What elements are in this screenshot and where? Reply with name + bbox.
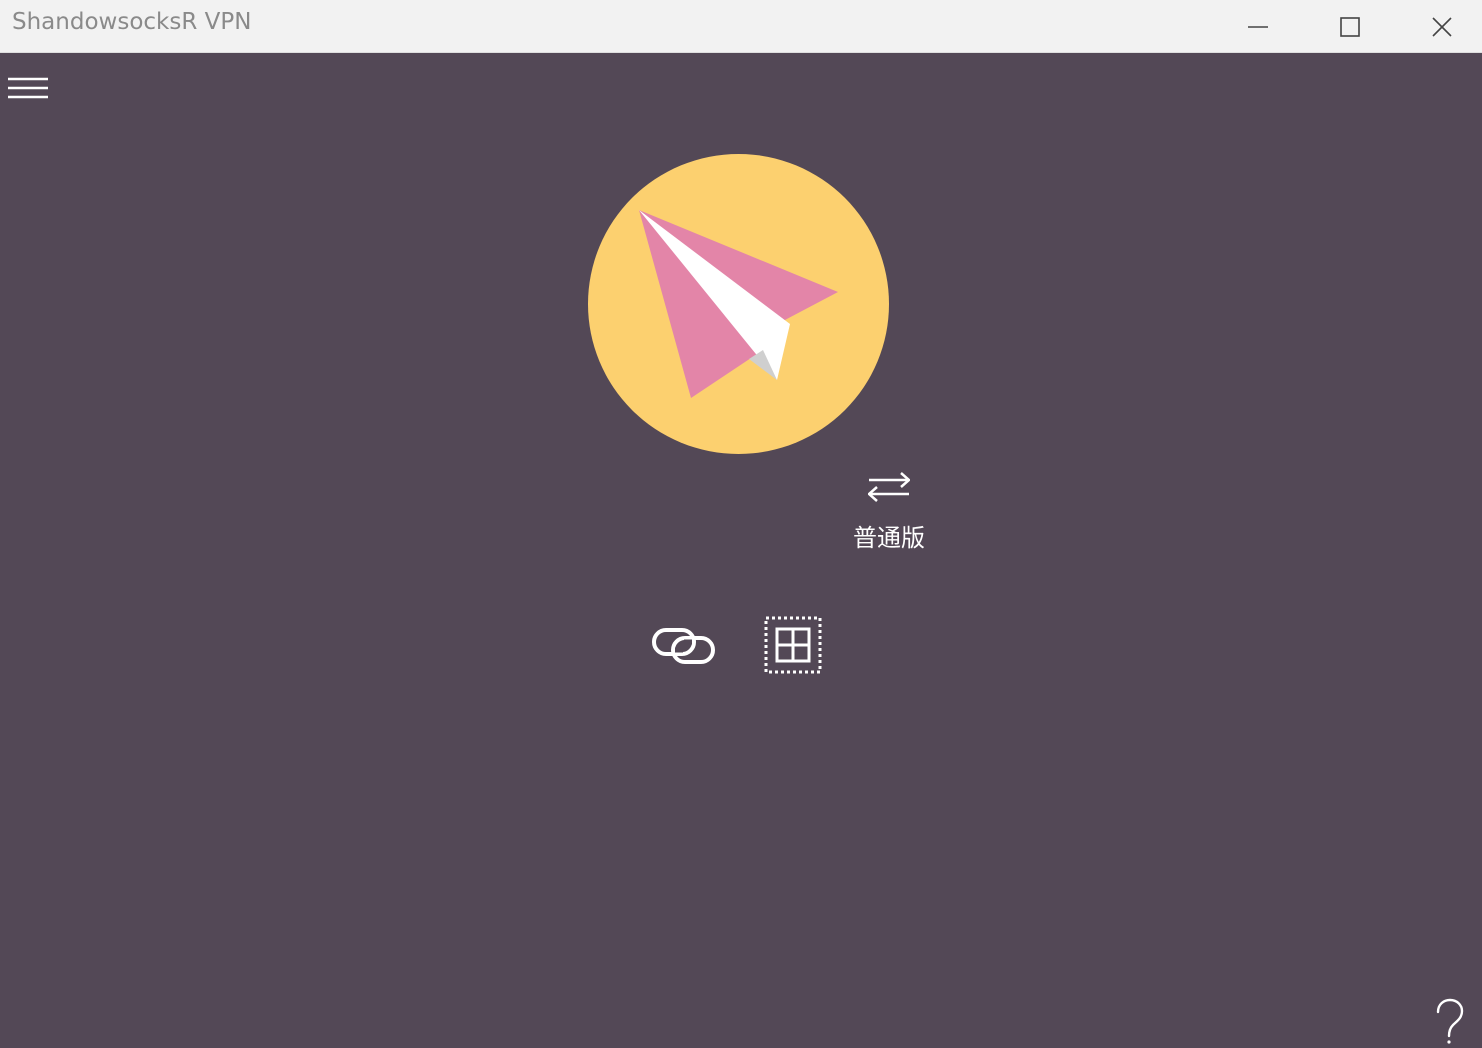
minimize-icon (1248, 25, 1268, 28)
window-title: ShandowsocksR VPN (12, 9, 252, 35)
close-icon (1432, 16, 1452, 37)
menu-button[interactable] (0, 66, 56, 110)
mode-label: 普通版 (853, 524, 925, 552)
maximize-icon (1340, 16, 1360, 37)
link-icon (652, 628, 715, 664)
question-mark-icon (1436, 998, 1464, 1044)
connect-button[interactable] (588, 154, 889, 454)
minimize-button[interactable] (1212, 0, 1304, 53)
scan-qr-button[interactable] (760, 613, 826, 677)
qr-scan-icon (764, 616, 822, 674)
close-button[interactable] (1396, 0, 1482, 53)
title-bar: ShandowsocksR VPN (0, 0, 1482, 53)
hamburger-menu-icon (8, 77, 48, 99)
mode-toggle[interactable]: 普通版 (838, 464, 940, 556)
import-link-button[interactable] (646, 616, 720, 674)
paper-plane-icon (639, 210, 838, 398)
app-window: ShandowsocksR VPN 普通版 (0, 0, 1482, 1048)
swap-arrows-icon (868, 472, 910, 502)
maximize-button[interactable] (1304, 0, 1396, 53)
help-button[interactable] (1426, 998, 1472, 1046)
